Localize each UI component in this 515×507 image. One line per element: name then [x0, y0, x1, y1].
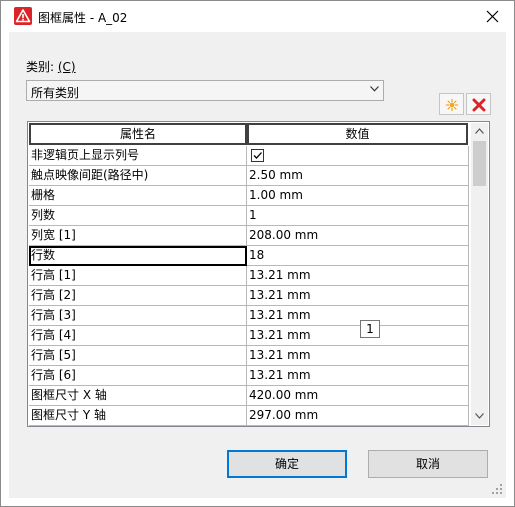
table-row[interactable]: 行数 18 — [29, 246, 469, 266]
delete-button[interactable] — [466, 93, 491, 115]
vertical-scrollbar[interactable] — [471, 123, 488, 425]
property-value-cell[interactable]: 18 — [247, 246, 469, 266]
delete-x-icon — [472, 98, 486, 112]
show-column-numbers-checkbox[interactable] — [251, 149, 264, 162]
scroll-up-button[interactable] — [471, 123, 488, 140]
property-name-cell[interactable]: 非逻辑页上显示列号 — [29, 146, 247, 166]
property-value-cell[interactable]: 13.21 mm — [247, 366, 469, 386]
star-icon — [446, 99, 458, 111]
table-row[interactable]: 行高 [5] 13.21 mm — [29, 346, 469, 366]
property-value-cell[interactable]: 420.00 mm — [247, 386, 469, 406]
property-value-cell[interactable]: 13.21 mm — [247, 306, 469, 326]
app-warning-icon — [14, 7, 32, 25]
row-count-tooltip: 1 — [360, 320, 380, 338]
resize-grip-icon[interactable] — [491, 483, 503, 495]
new-button[interactable] — [439, 93, 464, 115]
chevron-down-icon — [370, 86, 379, 92]
property-name-cell[interactable]: 栅格 — [29, 186, 247, 206]
property-name-cell[interactable]: 图框尺寸 X 轴 — [29, 386, 247, 406]
close-button[interactable] — [471, 1, 514, 32]
property-value-cell[interactable]: 297.00 mm — [247, 406, 469, 426]
column-header-property-name[interactable]: 属性名 — [29, 123, 247, 145]
title-bar[interactable]: 图框属性 - A_02 — [1, 1, 514, 32]
scroll-down-button[interactable] — [471, 408, 488, 425]
chevron-down-icon — [475, 413, 484, 419]
category-dropdown[interactable]: 所有类别 — [26, 80, 384, 101]
property-name-cell[interactable]: 触点映像间距(路径中) — [29, 166, 247, 186]
table-row[interactable]: 行高 [1] 13.21 mm — [29, 266, 469, 286]
grid-rows: 非逻辑页上显示列号 触点映像间距(路径中) 2.50 mm 栅格 1.00 mm 列数 1 列… — [29, 146, 469, 426]
table-row[interactable]: 行高 [3] 13.21 mm — [29, 306, 469, 326]
table-row[interactable]: 行高 [4] 13.21 mm — [29, 326, 469, 346]
table-row[interactable]: 行高 [2] 13.21 mm — [29, 286, 469, 306]
property-value-cell[interactable]: 13.21 mm — [247, 286, 469, 306]
property-value-cell[interactable]: 13.21 mm — [247, 266, 469, 286]
property-value-cell[interactable]: 2.50 mm — [247, 166, 469, 186]
category-label: 类别: (C) — [26, 60, 76, 74]
property-name-cell[interactable]: 行高 [1] — [29, 266, 247, 286]
table-row[interactable]: 列数 1 — [29, 206, 469, 226]
dialog-content: 类别: (C) 所有类别 属性名 数值 非逻辑页上显示列号 触点映像间距(路径中)… — [9, 32, 506, 498]
property-grid: 属性名 数值 非逻辑页上显示列号 触点映像间距(路径中) 2.50 mm 栅格 1.00… — [27, 121, 490, 427]
property-name-cell[interactable]: 行高 [4] — [29, 326, 247, 346]
table-row[interactable]: 栅格 1.00 mm — [29, 186, 469, 206]
property-value-cell[interactable]: 1 — [247, 206, 469, 226]
property-name-cell[interactable]: 列数 — [29, 206, 247, 226]
table-row[interactable]: 非逻辑页上显示列号 — [29, 146, 469, 166]
property-value-cell[interactable]: 208.00 mm — [247, 226, 469, 246]
property-value-cell[interactable]: 13.21 mm — [247, 346, 469, 366]
property-value-cell[interactable]: 1.00 mm — [247, 186, 469, 206]
ok-button[interactable]: 确定 — [227, 450, 347, 478]
property-name-cell[interactable]: 行高 [5] — [29, 346, 247, 366]
window-title: 图框属性 - A_02 — [38, 11, 128, 25]
chevron-up-icon — [475, 128, 484, 134]
table-row[interactable]: 行高 [6] 13.21 mm — [29, 366, 469, 386]
table-row[interactable]: 图框尺寸 X 轴 420.00 mm — [29, 386, 469, 406]
property-name-cell[interactable]: 行高 [6] — [29, 366, 247, 386]
close-icon — [486, 10, 499, 23]
cancel-button[interactable]: 取消 — [368, 450, 488, 478]
property-value-cell[interactable] — [247, 146, 469, 166]
table-row[interactable]: 图框尺寸 Y 轴 297.00 mm — [29, 406, 469, 426]
property-name-cell[interactable]: 行高 [2] — [29, 286, 247, 306]
property-value-cell[interactable]: 13.21 mm — [247, 326, 469, 346]
property-name-cell[interactable]: 行高 [3] — [29, 306, 247, 326]
scrollbar-thumb[interactable] — [473, 141, 486, 186]
property-name-cell[interactable]: 行数 — [29, 246, 247, 266]
table-row[interactable]: 触点映像间距(路径中) 2.50 mm — [29, 166, 469, 186]
property-name-cell[interactable]: 图框尺寸 Y 轴 — [29, 406, 247, 426]
table-row[interactable]: 列宽 [1] 208.00 mm — [29, 226, 469, 246]
checkmark-icon — [253, 152, 262, 159]
column-header-value[interactable]: 数值 — [247, 123, 468, 145]
category-selected-value: 所有类别 — [31, 86, 80, 100]
property-name-cell[interactable]: 列宽 [1] — [29, 226, 247, 246]
dialog-window: 图框属性 - A_02 类别: (C) 所有类别 属性名 数值 非逻辑页上显示列… — [0, 0, 515, 507]
